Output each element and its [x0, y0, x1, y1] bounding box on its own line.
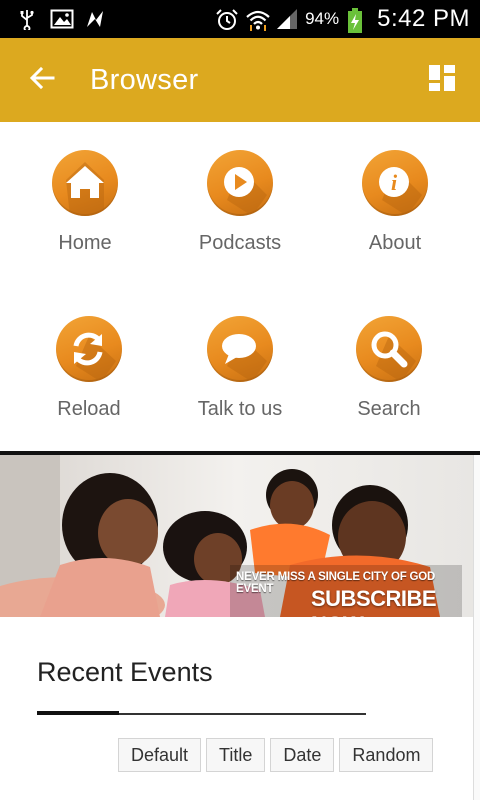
battery-percent: 94%	[305, 9, 340, 28]
app-bar: Browser	[0, 38, 480, 122]
svg-text:i: i	[391, 170, 398, 195]
back-button[interactable]	[22, 60, 62, 100]
menu-label: Search	[357, 398, 421, 420]
dashboard-grid-icon	[428, 64, 456, 97]
menu-item-home[interactable]: Home	[10, 150, 160, 290]
sort-random-button[interactable]: Random	[339, 738, 434, 772]
menu-label: Podcasts	[198, 232, 282, 254]
layout-toggle-button[interactable]	[424, 62, 460, 98]
pinwheel-icon	[84, 8, 106, 30]
menu-label: About	[368, 232, 422, 254]
status-bar: 94% 5:42 PM	[0, 0, 480, 38]
menu-item-reload[interactable]: Reload	[14, 316, 164, 456]
info-icon: i	[362, 150, 428, 216]
alarm-icon	[215, 8, 238, 30]
scroll-edge	[473, 455, 480, 800]
sort-buttons: Default Title Date Random	[118, 738, 434, 772]
usb-icon	[16, 8, 38, 32]
sort-title-button[interactable]: Title	[206, 738, 266, 772]
title-underline-accent	[37, 711, 119, 715]
recent-events-title: Recent Events	[37, 657, 213, 687]
menu-item-podcasts[interactable]: Podcasts	[165, 150, 315, 290]
menu-item-search[interactable]: Search	[314, 316, 464, 456]
arrow-left-icon	[29, 66, 55, 95]
icon-menu: Home Podcasts i About Reload Talk to us …	[0, 122, 480, 452]
page-title: Browser	[90, 63, 199, 96]
clock: 5:42 PM	[377, 5, 470, 32]
refresh-icon	[56, 316, 122, 382]
image-icon	[50, 8, 74, 30]
subscribe-banner[interactable]: NEVER MISS A SINGLE CITY OF GOD EVENT SU…	[0, 455, 473, 617]
menu-item-talk-to-us[interactable]: Talk to us	[165, 316, 315, 456]
play-icon	[207, 150, 273, 216]
menu-label: Reload	[57, 398, 121, 420]
wifi-icon	[245, 8, 270, 31]
menu-label: Talk to us	[197, 398, 283, 420]
menu-label: Home	[58, 232, 112, 254]
signal-icon	[275, 8, 298, 30]
battery-charging-icon	[347, 8, 369, 33]
sort-date-button[interactable]: Date	[270, 738, 335, 772]
search-icon	[356, 316, 422, 382]
menu-item-about[interactable]: i About	[320, 150, 470, 290]
home-icon	[52, 150, 118, 216]
chat-bubble-icon	[207, 316, 273, 382]
sort-default-button[interactable]: Default	[118, 738, 202, 772]
subscribe-now-text: SUBSCRIBE NOW	[311, 586, 437, 617]
